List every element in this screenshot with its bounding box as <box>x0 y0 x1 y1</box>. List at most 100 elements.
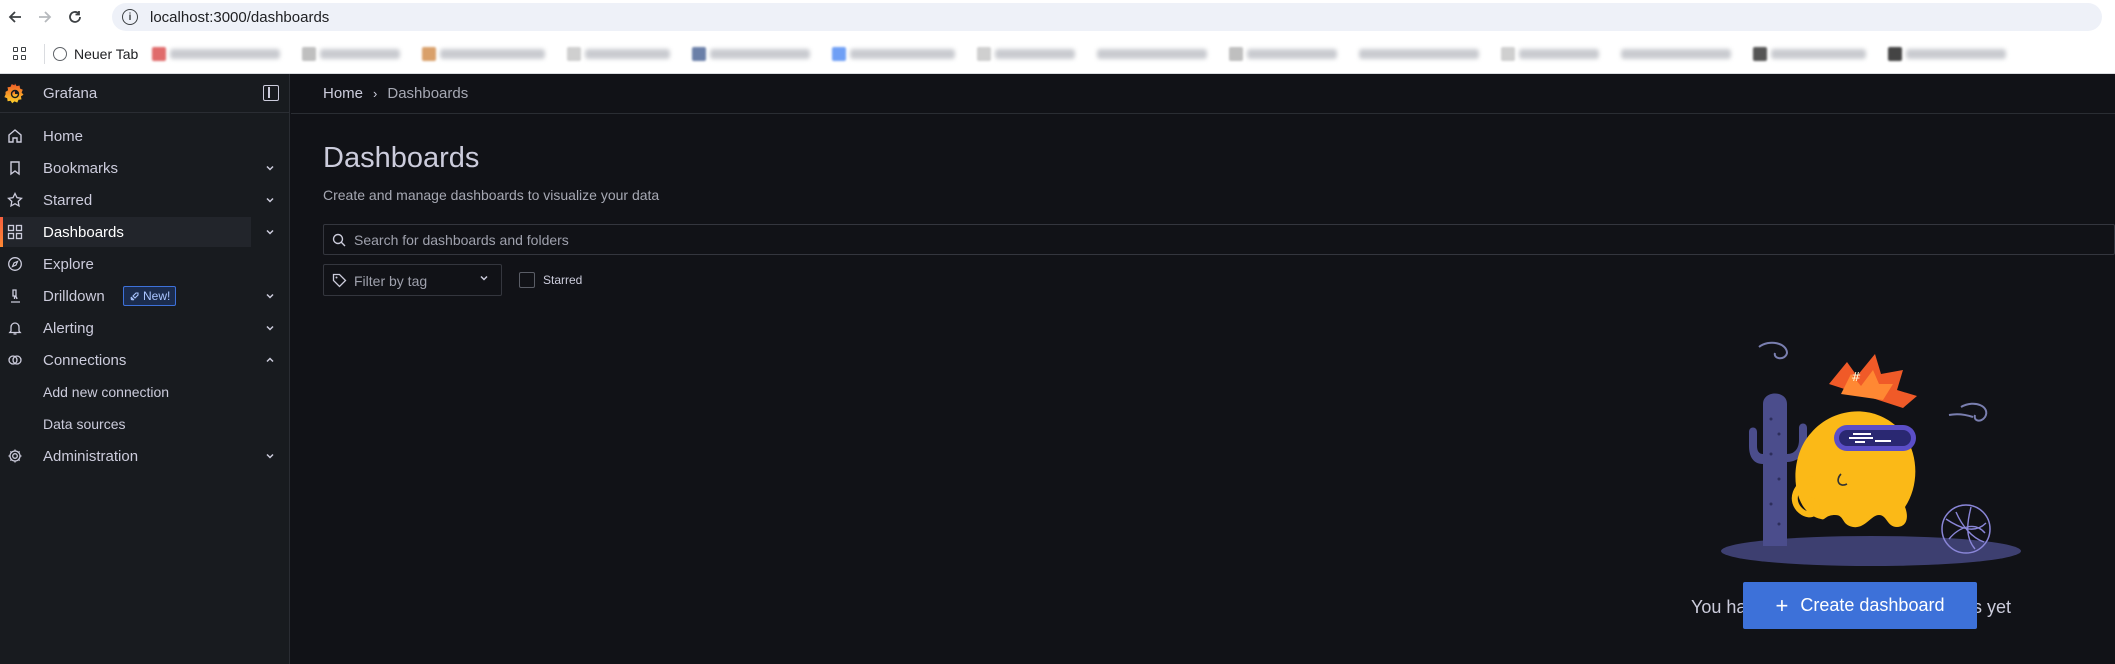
sidebar-item-data-sources[interactable]: Data sources <box>0 409 251 439</box>
search-input[interactable]: Search for dashboards and folders <box>323 224 2115 255</box>
bookmark-icon <box>7 160 23 176</box>
rocket-icon <box>130 291 139 301</box>
brand-name: Grafana <box>43 85 98 102</box>
bookmark-item[interactable] <box>1359 47 1480 61</box>
sidebar-item-label: Starred <box>43 191 93 209</box>
starred-label: Starred <box>543 273 583 287</box>
reload-button[interactable] <box>60 2 90 32</box>
plus-icon: + <box>1775 592 1789 618</box>
bookmark-item[interactable] <box>1501 46 1600 61</box>
chevron-right-icon: › <box>373 86 378 101</box>
new-badge: New! <box>123 286 177 306</box>
empty-state-illustration: # <box>1721 341 2021 566</box>
sidebar-item-label: Add new connection <box>43 384 170 400</box>
sidebar-item-label: Administration <box>43 447 139 465</box>
bookmark-item[interactable] <box>422 46 546 61</box>
bookmark-item[interactable] <box>1097 47 1208 61</box>
arrow-left-icon <box>8 11 21 23</box>
sidebar-item-bookmarks[interactable]: Bookmarks <box>0 153 274 183</box>
back-button[interactable] <box>0 2 30 32</box>
tag-icon <box>332 273 347 288</box>
sidebar-item-home[interactable]: Home <box>0 121 251 151</box>
chevron-down-icon[interactable] <box>265 195 275 205</box>
sidebar-item-label: Bookmarks <box>43 159 119 177</box>
badge-label: New! <box>143 289 171 303</box>
star-icon <box>7 192 23 208</box>
sidebar-item-alerting[interactable]: Alerting <box>0 313 274 343</box>
sidebar-header: Grafana <box>0 74 289 113</box>
svg-text:#: # <box>1851 370 1861 384</box>
url-text: localhost:3000/dashboards <box>150 8 330 26</box>
site-info-icon[interactable]: i <box>122 9 138 25</box>
home-icon <box>7 128 23 144</box>
starred-filter[interactable]: Starred <box>519 272 582 288</box>
bookmark-item[interactable] <box>567 46 671 61</box>
chevron-down-icon[interactable] <box>265 227 275 237</box>
grafana-app: Grafana Home Bookmarks Starred Dashboard… <box>0 74 2115 664</box>
tag-filter-select[interactable]: Filter by tag <box>323 264 502 296</box>
apps-grid-icon[interactable] <box>2 37 36 71</box>
bookmark-item[interactable] <box>977 46 1076 61</box>
create-dashboard-label: Create dashboard <box>1800 595 1945 615</box>
sidebar-item-connections[interactable]: Connections <box>0 345 274 375</box>
sidebar-item-starred[interactable]: Starred <box>0 185 274 215</box>
microscope-icon <box>7 288 23 304</box>
apps-icon <box>7 224 23 240</box>
forward-button[interactable] <box>30 2 60 32</box>
main-content: Home › Dashboards Dashboards Create and … <box>291 74 2115 664</box>
divider <box>291 113 2115 114</box>
bookmark-item[interactable] <box>1888 46 2007 61</box>
dock-menu-icon[interactable] <box>263 85 279 101</box>
sidebar-item-dashboards[interactable]: Dashboards <box>0 217 274 247</box>
sidebar-item-administration[interactable]: Administration <box>0 441 274 471</box>
link-icon <box>7 352 23 368</box>
sidebar-item-label: Connections <box>43 351 127 369</box>
chevron-down-icon[interactable] <box>265 323 275 333</box>
arrow-right-icon <box>39 11 52 23</box>
bell-icon <box>7 320 23 336</box>
sidebar-item-label: Home <box>43 127 84 145</box>
bookmark-label: Neuer Tab <box>74 45 139 62</box>
chevron-down-icon <box>479 273 489 286</box>
bookmarks-bar: Neuer Tab <box>0 34 2115 74</box>
search-icon <box>332 233 346 247</box>
sidebar-item-label: Data sources <box>43 416 126 432</box>
cog-icon <box>7 448 23 464</box>
address-bar[interactable]: i localhost:3000/dashboards <box>112 3 2102 31</box>
bookmark-item[interactable] <box>692 46 811 61</box>
bookmark-item[interactable] <box>1753 46 1867 61</box>
breadcrumb: Home › Dashboards <box>323 74 468 113</box>
compass-icon <box>7 256 23 272</box>
bookmark-item[interactable] <box>1229 46 1338 61</box>
page-subtitle: Create and manage dashboards to visualiz… <box>323 187 660 203</box>
chevron-down-icon[interactable] <box>265 291 275 301</box>
sidebar-item-explore[interactable]: Explore <box>0 249 251 279</box>
sidebar-item-drilldown[interactable]: Drilldown New! <box>0 281 274 311</box>
bookmark-item[interactable] <box>302 46 401 61</box>
chevron-down-icon[interactable] <box>265 163 275 173</box>
bookmark-item[interactable] <box>832 46 956 61</box>
grafana-logo-icon[interactable] <box>3 82 27 106</box>
reload-icon <box>69 11 81 23</box>
browser-toolbar: i localhost:3000/dashboards <box>0 0 2115 34</box>
sidebar-item-label: Dashboards <box>43 223 124 241</box>
breadcrumb-current: Dashboards <box>387 85 469 102</box>
chevron-down-icon[interactable] <box>265 451 275 461</box>
sidebar-item-add-new-connection[interactable]: Add new connection <box>0 377 251 407</box>
chevron-up-icon[interactable] <box>265 355 275 365</box>
sidebar-item-label: Explore <box>43 255 94 273</box>
sidebar-item-label: Drilldown <box>43 287 105 305</box>
page-title: Dashboards <box>323 142 480 174</box>
breadcrumb-home[interactable]: Home <box>323 85 363 102</box>
search-placeholder: Search for dashboards and folders <box>354 232 569 248</box>
bookmark-new-tab[interactable]: Neuer Tab <box>53 46 138 62</box>
tag-filter-placeholder: Filter by tag <box>354 273 428 289</box>
sidebar-item-label: Alerting <box>43 319 94 337</box>
globe-icon <box>53 46 67 61</box>
bookmark-item[interactable] <box>152 46 281 61</box>
divider <box>44 43 45 64</box>
bookmark-item[interactable] <box>1621 47 1732 61</box>
sidebar: Grafana Home Bookmarks Starred Dashboard… <box>0 74 290 664</box>
create-dashboard-button[interactable]: + Create dashboard <box>1743 582 1977 629</box>
starred-checkbox[interactable] <box>519 272 535 288</box>
